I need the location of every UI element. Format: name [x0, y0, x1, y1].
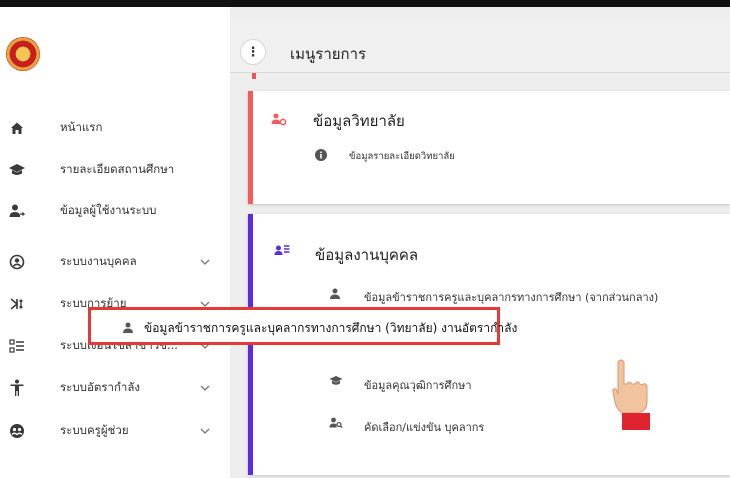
college-info-card: ข้อมูลวิทยาลัย ข้อมูลรายละเอียดวิทยาลัย — [248, 91, 730, 204]
more-vert-icon[interactable]: ⋮ — [240, 39, 266, 65]
sidebar-item-label: ระบบงานบุคคล — [60, 254, 137, 268]
school-icon — [8, 161, 26, 179]
group-circle-icon — [8, 422, 26, 440]
sidebar-item-system-users[interactable]: ข้อมูลผู้ใช้งานระบบ — [0, 196, 230, 226]
transfer-icon — [8, 295, 26, 313]
sidebar-item-label: ข้อมูลผู้ใช้งานระบบ — [60, 203, 157, 217]
user-arrow-icon — [8, 202, 26, 220]
card-edge-accent — [252, 73, 256, 79]
sidebar-item-label: รายละเอียดสถานศึกษา — [60, 162, 175, 176]
highlighted-list-item[interactable]: ข้อมูลข้าราชการครูและบุคลากรทางการศึกษา … — [88, 307, 517, 345]
sidebar-item-school-details[interactable]: รายละเอียดสถานศึกษา — [0, 155, 230, 185]
row-label: คัดเลือก/แข่งขัน บุคลากร — [364, 421, 485, 434]
logo[interactable] — [6, 37, 40, 71]
list-icon — [8, 337, 26, 355]
person-icon — [122, 319, 134, 338]
page-title: เมนูรายการ — [290, 45, 367, 63]
row-label: ข้อมูลข้าราชการครูและบุคลากรทางการศึกษา … — [364, 291, 659, 304]
top-bar — [0, 0, 730, 7]
chevron-down-icon[interactable] — [198, 424, 212, 438]
school-icon — [329, 375, 343, 390]
chevron-down-icon[interactable] — [198, 381, 212, 395]
sidebar: หน้าแรก รายละเอียดสถานศึกษา ข้อมูลผู้ใช้… — [0, 7, 230, 478]
person-icon — [329, 288, 341, 303]
sidebar-item-label: ระบบอัตรากำลัง — [60, 380, 141, 394]
list-item[interactable]: คัดเลือก/แข่งขัน บุคลากร — [253, 414, 730, 444]
list-item[interactable]: ข้อมูลคุณวุฒิการศึกษา — [253, 372, 730, 402]
card-title: ข้อมูลงานบุคคล — [315, 246, 419, 264]
account-circle-icon — [8, 253, 26, 271]
list-item[interactable]: ข้อมูลรายละเอียดวิทยาลัย — [253, 145, 730, 175]
user-list-icon — [274, 244, 290, 262]
row-label: ข้อมูลคุณวุฒิการศึกษา — [364, 379, 472, 392]
user-search-icon — [329, 417, 343, 432]
info-icon — [315, 149, 327, 164]
sidebar-item-personnel[interactable]: ระบบงานบุคคล — [0, 247, 230, 277]
home-icon — [8, 119, 26, 137]
card-title: ข้อมูลวิทยาลัย — [313, 112, 405, 130]
app-header: ⋮ เมนูรายการ — [230, 17, 730, 73]
user-settings-icon — [271, 112, 287, 130]
sidebar-item-label: หน้าแรก — [60, 120, 103, 134]
sidebar-item-home[interactable]: หน้าแรก — [0, 113, 230, 143]
pointing-hand-icon — [608, 358, 658, 430]
chevron-down-icon[interactable] — [198, 255, 212, 269]
row-label: ข้อมูลรายละเอียดวิทยาลัย — [349, 151, 455, 162]
person-standing-icon — [8, 379, 26, 397]
sidebar-item-assistant-teacher[interactable]: ระบบครูผู้ช่วย — [0, 416, 230, 446]
sidebar-item-manpower[interactable]: ระบบอัตรากำลัง — [0, 373, 230, 403]
sidebar-item-label: ระบบครูผู้ช่วย — [60, 423, 129, 437]
row-label: ข้อมูลข้าราชการครูและบุคลากรทางการศึกษา … — [144, 321, 518, 335]
